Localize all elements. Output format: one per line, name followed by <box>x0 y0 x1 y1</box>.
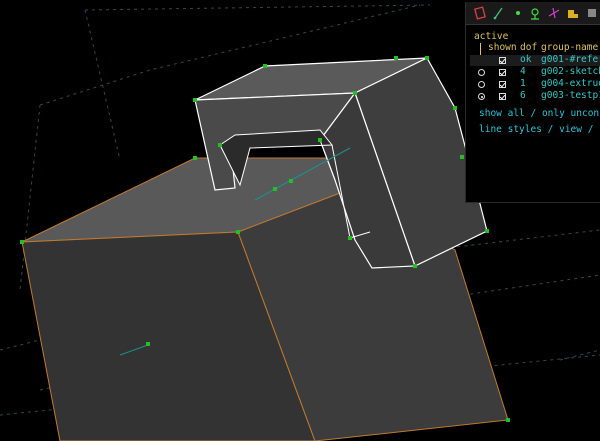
shown-checkbox[interactable] <box>499 57 506 64</box>
column-shown: shown <box>488 42 517 53</box>
column-group-name: group-name <box>541 42 599 53</box>
shown-checkbox[interactable] <box>499 93 506 100</box>
active-radio[interactable] <box>478 81 485 88</box>
link-separator: / <box>541 124 560 135</box>
workplane-icon[interactable] <box>565 4 581 21</box>
shown-checkbox[interactable] <box>499 69 506 76</box>
active-radio[interactable] <box>478 93 485 100</box>
link-separator: / <box>581 124 600 135</box>
group-dof: 4 <box>520 66 526 77</box>
group-name[interactable]: g002-sketch-in-plane <box>541 66 600 77</box>
view-link[interactable]: view <box>559 124 582 135</box>
show-all-link[interactable]: show all <box>479 108 525 119</box>
group-dof: 6 <box>520 90 526 101</box>
link-separator: / <box>524 108 542 119</box>
column-dof: dof <box>520 42 538 53</box>
point-icon[interactable] <box>510 4 526 21</box>
only-unconstrained-link[interactable]: only unconstrained <box>542 108 600 119</box>
group-name[interactable]: g003-testp1 <box>541 90 600 101</box>
more-icon[interactable] <box>584 4 600 21</box>
construction-icon[interactable] <box>472 4 488 21</box>
toolbar <box>466 2 600 25</box>
group-dof: ok <box>520 54 532 65</box>
active-label: active <box>474 31 509 42</box>
active-radio[interactable] <box>478 69 485 76</box>
constraint-icon[interactable] <box>528 4 544 21</box>
shown-checkbox[interactable] <box>499 81 506 88</box>
line-styles-link[interactable]: line styles <box>479 124 542 135</box>
filter-links: show all / only unconstrained <box>479 108 600 119</box>
dimension-icon[interactable] <box>546 4 562 21</box>
group-name[interactable]: g001-#references <box>541 54 600 65</box>
group-name[interactable]: g004-extrude <box>541 78 600 89</box>
property-browser: active shown dof group-name ok g001-#ref… <box>465 2 600 203</box>
group-dof: 1 <box>520 78 526 89</box>
sketch-icon[interactable] <box>491 4 507 21</box>
settings-links: line styles / view / configuration <box>479 124 600 135</box>
